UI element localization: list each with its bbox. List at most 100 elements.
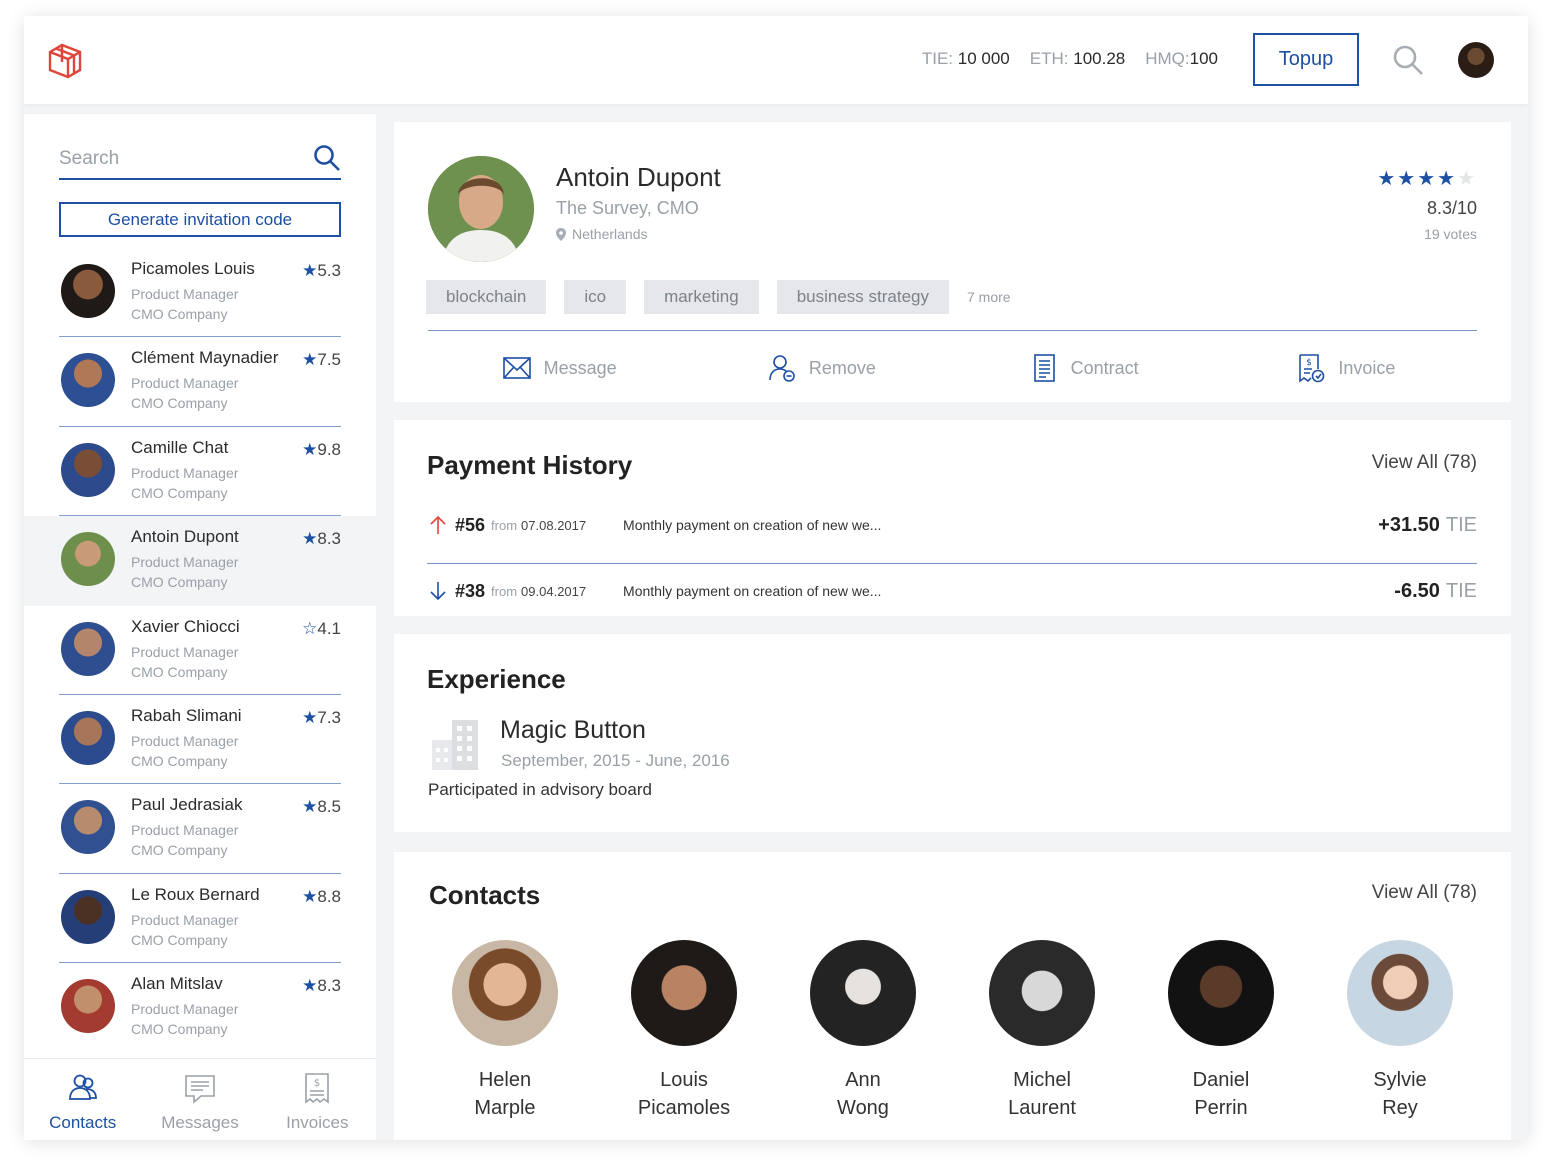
arrow-down-icon — [430, 582, 446, 601]
contact-name: Camille Chat — [131, 437, 229, 457]
profile-card: Antoin Dupont The Survey, CMO Netherland… — [394, 122, 1511, 402]
contact-title: Product Manager — [131, 375, 239, 392]
svg-text:$: $ — [1306, 358, 1312, 368]
generate-invitation-code-button[interactable]: Generate invitation code — [59, 202, 341, 237]
contract-button[interactable]: Contract — [953, 348, 1215, 388]
avatar — [989, 940, 1095, 1046]
remove-user-icon — [769, 355, 795, 382]
nav-label: Contacts — [49, 1113, 117, 1132]
view-all-payments-link[interactable]: View All (78) — [1372, 452, 1477, 474]
contact-rating: ☆4.1 — [302, 618, 341, 638]
contact-title: Product Manager — [131, 822, 239, 839]
list-item[interactable]: Antoin Dupont ★8.3 Product Manager CMO C… — [24, 516, 376, 606]
building-icon — [432, 720, 478, 770]
profile-location: Netherlands — [556, 226, 648, 242]
avatar — [61, 710, 115, 765]
payment-id: #38 — [455, 580, 486, 601]
contact-last-name: Marple — [474, 1097, 536, 1119]
avatar — [61, 889, 115, 944]
invoice-button[interactable]: $ Invoice — [1215, 348, 1477, 388]
contact-first-name: Sylvie — [1373, 1069, 1427, 1091]
topup-button[interactable]: Topup — [1253, 33, 1359, 86]
envelope-icon — [502, 357, 531, 379]
user-avatar[interactable] — [1458, 42, 1494, 78]
payment-description: Monthly payment on creation of new we... — [623, 583, 882, 599]
contact-title: Product Manager — [131, 464, 239, 481]
contact-name: Paul Jedrasiak — [131, 795, 243, 815]
star-icon: ★ — [302, 886, 318, 906]
list-item[interactable]: Paul Jedrasiak ★8.5 Product Manager CMO … — [24, 784, 376, 874]
payment-currency: TIE — [1445, 513, 1477, 536]
payment-row[interactable]: #56 from 07.08.2017 Monthly payment on c… — [427, 500, 1477, 550]
experience-company: Magic Button — [500, 716, 646, 744]
list-item[interactable]: Picamoles Louis ★5.3 Product Manager CMO… — [24, 248, 376, 338]
profile-score: 8.3/10 — [1426, 198, 1477, 218]
nav-contacts[interactable]: Contacts — [24, 1059, 141, 1140]
search-input[interactable] — [59, 142, 299, 176]
search-icon[interactable] — [1392, 44, 1424, 76]
contact-card[interactable]: Daniel Perrin — [1146, 940, 1296, 1122]
balance-hmq: HMQ:100 — [1145, 49, 1218, 68]
nav-messages[interactable]: Messages — [141, 1059, 258, 1140]
contact-card[interactable]: Michel Laurent — [967, 940, 1117, 1122]
avatar — [61, 264, 115, 318]
list-item[interactable]: Clément Maynadier ★7.5 Product Manager C… — [24, 337, 376, 427]
remove-button[interactable]: Remove — [690, 348, 952, 388]
star-icon: ★ — [1377, 168, 1398, 190]
contact-rating: ★8.5 — [302, 797, 341, 817]
contact-card[interactable]: Sylvie Rey — [1325, 940, 1475, 1122]
arrow-up-icon — [430, 515, 446, 534]
avatar — [1168, 940, 1274, 1046]
contacts-row: Helen Marple Louis Picamoles Ann Wong Mi… — [430, 940, 1475, 1122]
more-tags-link[interactable]: 7 more — [967, 289, 1011, 305]
balance-tie: TIE: 10 000 — [921, 49, 1010, 68]
list-item[interactable]: Rabah Slimani ★7.3 Product Manager CMO C… — [24, 695, 376, 785]
avatar — [452, 940, 558, 1046]
payment-date: 07.08.2017 — [521, 517, 587, 533]
experience-description: Participated in advisory board — [428, 780, 652, 799]
logo-icon[interactable] — [46, 40, 84, 80]
tag[interactable]: ico — [564, 280, 627, 314]
contact-company: CMO Company — [131, 842, 228, 859]
payment-row[interactable]: #38 from 09.04.2017 Monthly payment on c… — [427, 566, 1477, 616]
contact-card[interactable]: Helen Marple — [430, 940, 580, 1122]
profile-avatar — [428, 156, 534, 262]
message-button[interactable]: Message — [428, 348, 690, 388]
contact-card[interactable]: Ann Wong — [788, 940, 938, 1122]
list-item[interactable]: Camille Chat ★9.8 Product Manager CMO Co… — [24, 427, 376, 517]
list-item[interactable]: Le Roux Bernard ★8.8 Product Manager CMO… — [24, 874, 376, 964]
star-icon: ★ — [1457, 168, 1477, 190]
contact-name: Xavier Chiocci — [131, 616, 240, 636]
contact-card[interactable]: Louis Picamoles — [609, 940, 759, 1122]
star-icon: ★ — [302, 707, 318, 727]
contact-title: Product Manager — [131, 1001, 239, 1018]
list-item[interactable]: Xavier Chiocci ☆4.1 Product Manager CMO … — [24, 606, 376, 695]
payment-date: 09.04.2017 — [521, 583, 587, 599]
tag[interactable]: business strategy — [776, 280, 949, 314]
payment-from-label: from — [491, 517, 518, 533]
contact-company: CMO Company — [131, 484, 228, 501]
payment-description: Monthly payment on creation of new we... — [623, 517, 882, 533]
star-icon: ★ — [1397, 168, 1418, 190]
contact-first-name: Helen — [478, 1069, 532, 1091]
svg-text:$: $ — [314, 1078, 320, 1089]
avatar — [61, 621, 115, 676]
contact-rating: ★8.3 — [302, 976, 341, 996]
contact-rating: ★8.3 — [302, 529, 341, 549]
contact-rating: ★7.3 — [302, 707, 341, 727]
contact-last-name: Rey — [1382, 1097, 1418, 1119]
balance-eth: ETH: 100.28 — [1029, 49, 1126, 68]
view-all-contacts-link[interactable]: View All (78) — [1372, 882, 1477, 904]
messages-icon — [185, 1075, 215, 1104]
contact-list: Picamoles Louis ★5.3 Product Manager CMO… — [24, 248, 376, 1053]
search-icon[interactable] — [313, 144, 341, 172]
tag[interactable]: blockchain — [426, 280, 547, 314]
nav-invoices[interactable]: $ Invoices — [259, 1059, 376, 1140]
experience-dates: September, 2015 - June, 2016 — [501, 751, 730, 770]
contact-rating: ★9.8 — [302, 439, 341, 459]
tag[interactable]: marketing — [644, 280, 759, 314]
contact-last-name: Perrin — [1194, 1097, 1248, 1119]
star-outline-icon: ☆ — [302, 618, 318, 638]
list-item[interactable]: Alan Mitslav ★8.3 Product Manager CMO Co… — [24, 963, 376, 1052]
contact-rating: ★7.5 — [302, 350, 341, 370]
